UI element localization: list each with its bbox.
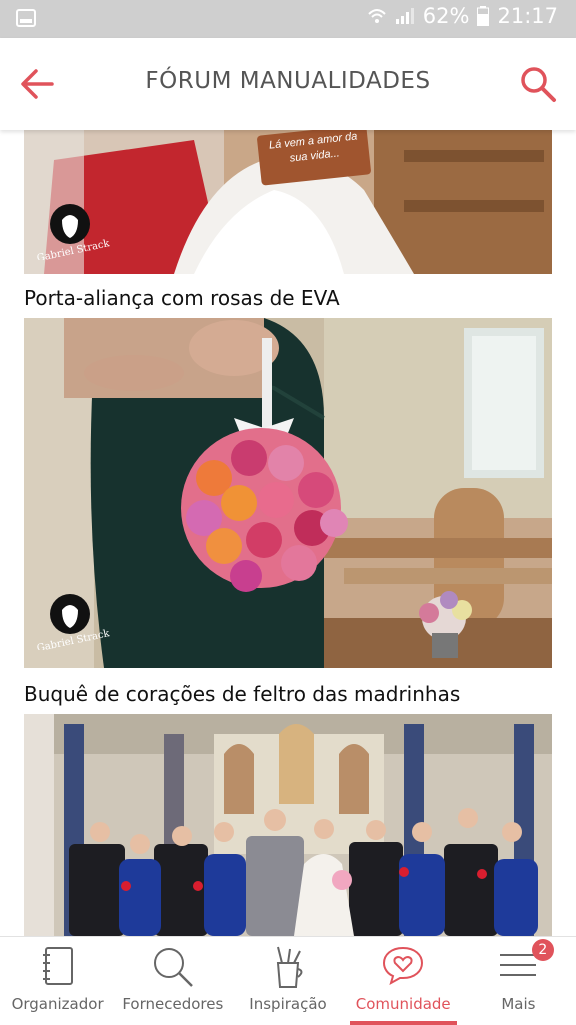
nav-label-organizador: Organizador <box>11 995 104 1013</box>
post-photo-1[interactable]: Lá vem a amor da sua vida... Gabriel Str… <box>24 130 552 274</box>
photographer-logo-icon: Gabriel Strack <box>36 204 111 260</box>
nav-label-inspiracao: Inspiração <box>249 995 327 1013</box>
signal-icon <box>395 8 414 24</box>
feed: Lá vem a amor da sua vida... Gabriel Str… <box>0 130 576 936</box>
battery-icon <box>477 6 490 26</box>
clock: 21:17 <box>497 4 558 28</box>
nav-comunidade[interactable]: Comunidade <box>346 937 461 1025</box>
status-bar: 62% 21:17 <box>0 0 576 38</box>
post-caption-2[interactable]: Porta-aliança com rosas de EVA <box>24 286 340 310</box>
post-caption-3[interactable]: Buquê de corações de feltro das madrinha… <box>24 682 460 706</box>
page-title: FÓRUM MANUALIDADES <box>145 68 431 94</box>
nav-inspiracao[interactable]: Inspiração <box>230 937 345 1025</box>
gallery-notification-icon <box>16 9 36 27</box>
photographer-logo-icon: Gabriel Strack <box>36 594 111 650</box>
bottom-navigation: Organizador Fornecedores Inspiração Comu… <box>0 936 576 1025</box>
nav-mais[interactable]: 2 Mais <box>461 937 576 1025</box>
search-icon[interactable] <box>518 64 558 104</box>
nav-organizador[interactable]: Organizador <box>0 937 115 1025</box>
nav-fornecedores[interactable]: Fornecedores <box>115 937 230 1025</box>
active-tab-indicator <box>349 1021 457 1025</box>
wifi-icon <box>368 9 386 23</box>
nav-label-fornecedores: Fornecedores <box>122 995 224 1013</box>
battery-percentage: 62% <box>422 4 470 28</box>
bridal-party-image <box>24 714 552 936</box>
notification-badge: 2 <box>531 939 554 961</box>
app-header: FÓRUM MANUALIDADES <box>0 38 576 130</box>
pencil-cup-icon <box>276 946 303 988</box>
post-photo-2[interactable]: Gabriel Strack <box>24 318 552 668</box>
search-icon <box>153 948 193 987</box>
nav-label-mais: Mais <box>501 995 536 1013</box>
notebook-icon <box>42 947 73 985</box>
nav-label-comunidade: Comunidade <box>355 995 451 1013</box>
heart-chat-icon <box>383 946 424 985</box>
post-photo-3[interactable] <box>24 714 552 936</box>
